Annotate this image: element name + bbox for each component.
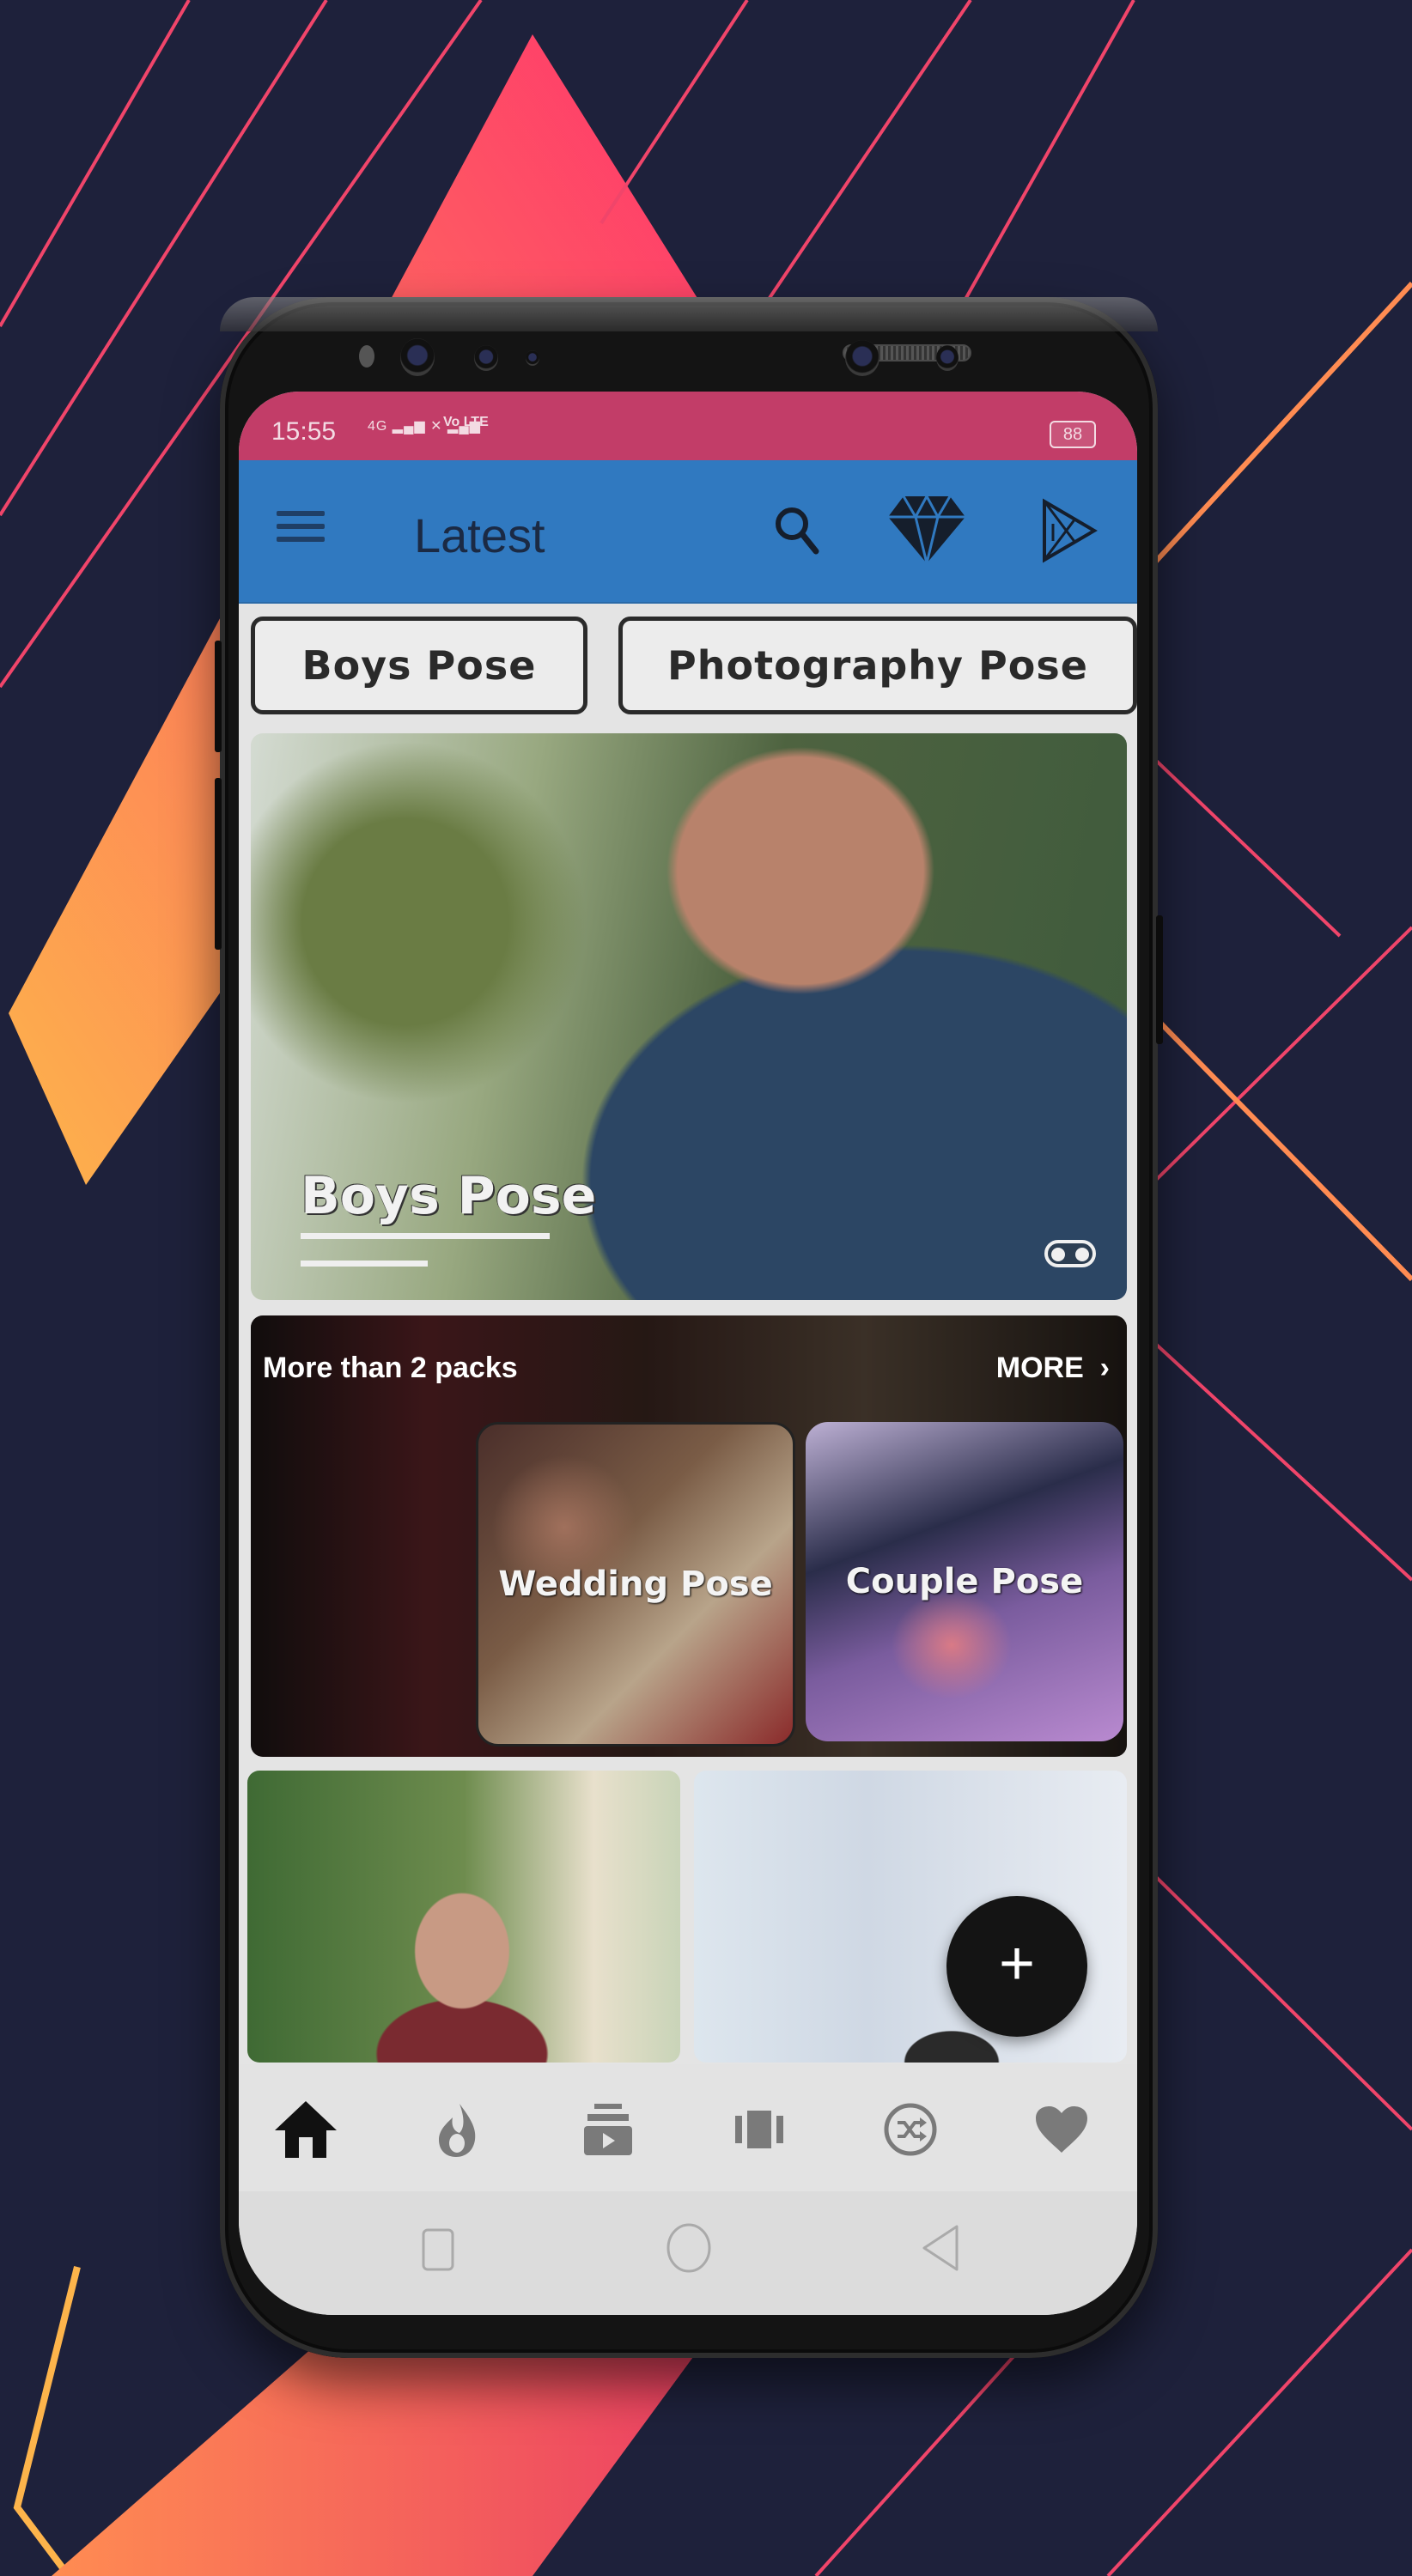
nav-carousel[interactable] [725,2095,794,2164]
phone-screen: 15:55 4G ▂▄▆ ✕ ▂▄▆ Vo LTE 88 Latest Boys… [239,392,1137,2315]
status-bar: 15:55 4G ▂▄▆ ✕ ▂▄▆ Vo LTE 88 [239,392,1137,460]
featured-title: Boys Pose [301,1166,597,1226]
title-underline [301,1261,428,1267]
search-icon[interactable] [771,503,823,558]
chevron-right-icon: › [1092,1352,1110,1384]
sensor-icon [936,345,959,371]
more-label: MORE [995,1352,1084,1384]
recents-icon[interactable] [421,2227,455,2274]
category-chips: Boys Pose Photography Pose [239,617,1137,720]
iris-scanner-icon [845,340,879,376]
system-navigation-bar [239,2191,1137,2315]
page-title: Latest [414,508,545,562]
grid-item-pose[interactable] [247,1771,680,2063]
battery-level: 88 [1062,425,1083,444]
sensor-icon [526,350,539,366]
sensor-icon [359,345,374,368]
phone-frame: 15:55 4G ▂▄▆ ✕ ▂▄▆ Vo LTE 88 Latest Boys… [215,297,1163,2358]
title-underline [301,1233,550,1239]
network-type: 4G [368,419,388,434]
status-time: 15:55 [271,417,337,446]
battery-icon: 88 [1050,421,1096,448]
pack-label: Couple Pose [845,1562,1084,1601]
carousel-icon [735,2111,783,2148]
volume-button [215,641,222,752]
power-button [1156,915,1163,1044]
diamond-icon[interactable] [886,495,967,565]
heart-icon [1036,2106,1087,2153]
pack-card-wedding-pose[interactable]: Wedding Pose [476,1422,795,1747]
fire-icon [439,2104,476,2157]
packs-section: More than 2 packs MORE › Wedding Pose Co… [251,1315,1127,1757]
chip-boys-pose[interactable]: Boys Pose [251,617,587,714]
nav-home[interactable] [271,2095,340,2164]
nav-favorites[interactable] [1027,2095,1096,2164]
back-icon[interactable] [919,2224,962,2272]
nav-videos[interactable] [574,2095,642,2164]
video-library-icon [584,2104,632,2155]
more-button[interactable]: MORE › [996,1352,1110,1385]
front-camera-icon [400,338,435,376]
volume-button [215,778,222,950]
shuffle-icon [884,2103,937,2156]
menu-icon[interactable] [277,511,325,549]
chip-photography-pose[interactable]: Photography Pose [618,617,1137,714]
packs-label: More than 2 packs [263,1352,518,1384]
pack-card-couple-pose[interactable]: Couple Pose [806,1422,1123,1741]
nav-trending[interactable] [423,2095,491,2164]
play-store-icon[interactable] [1041,498,1098,563]
toggle-icon[interactable] [1044,1240,1096,1267]
app-bar: Latest [239,460,1137,604]
add-button[interactable]: + [946,1896,1087,2037]
pack-label: Wedding Pose [498,1564,773,1604]
bottom-navigation [239,2064,1137,2191]
sensor-icon [474,345,498,371]
home-icon [275,2101,337,2158]
nav-shuffle[interactable] [876,2095,945,2164]
featured-banner[interactable]: Boys Pose [251,733,1127,1300]
home-circle-icon[interactable] [665,2222,713,2274]
volte-indicator: Vo LTE [443,415,489,429]
phone-rim [220,297,1158,331]
